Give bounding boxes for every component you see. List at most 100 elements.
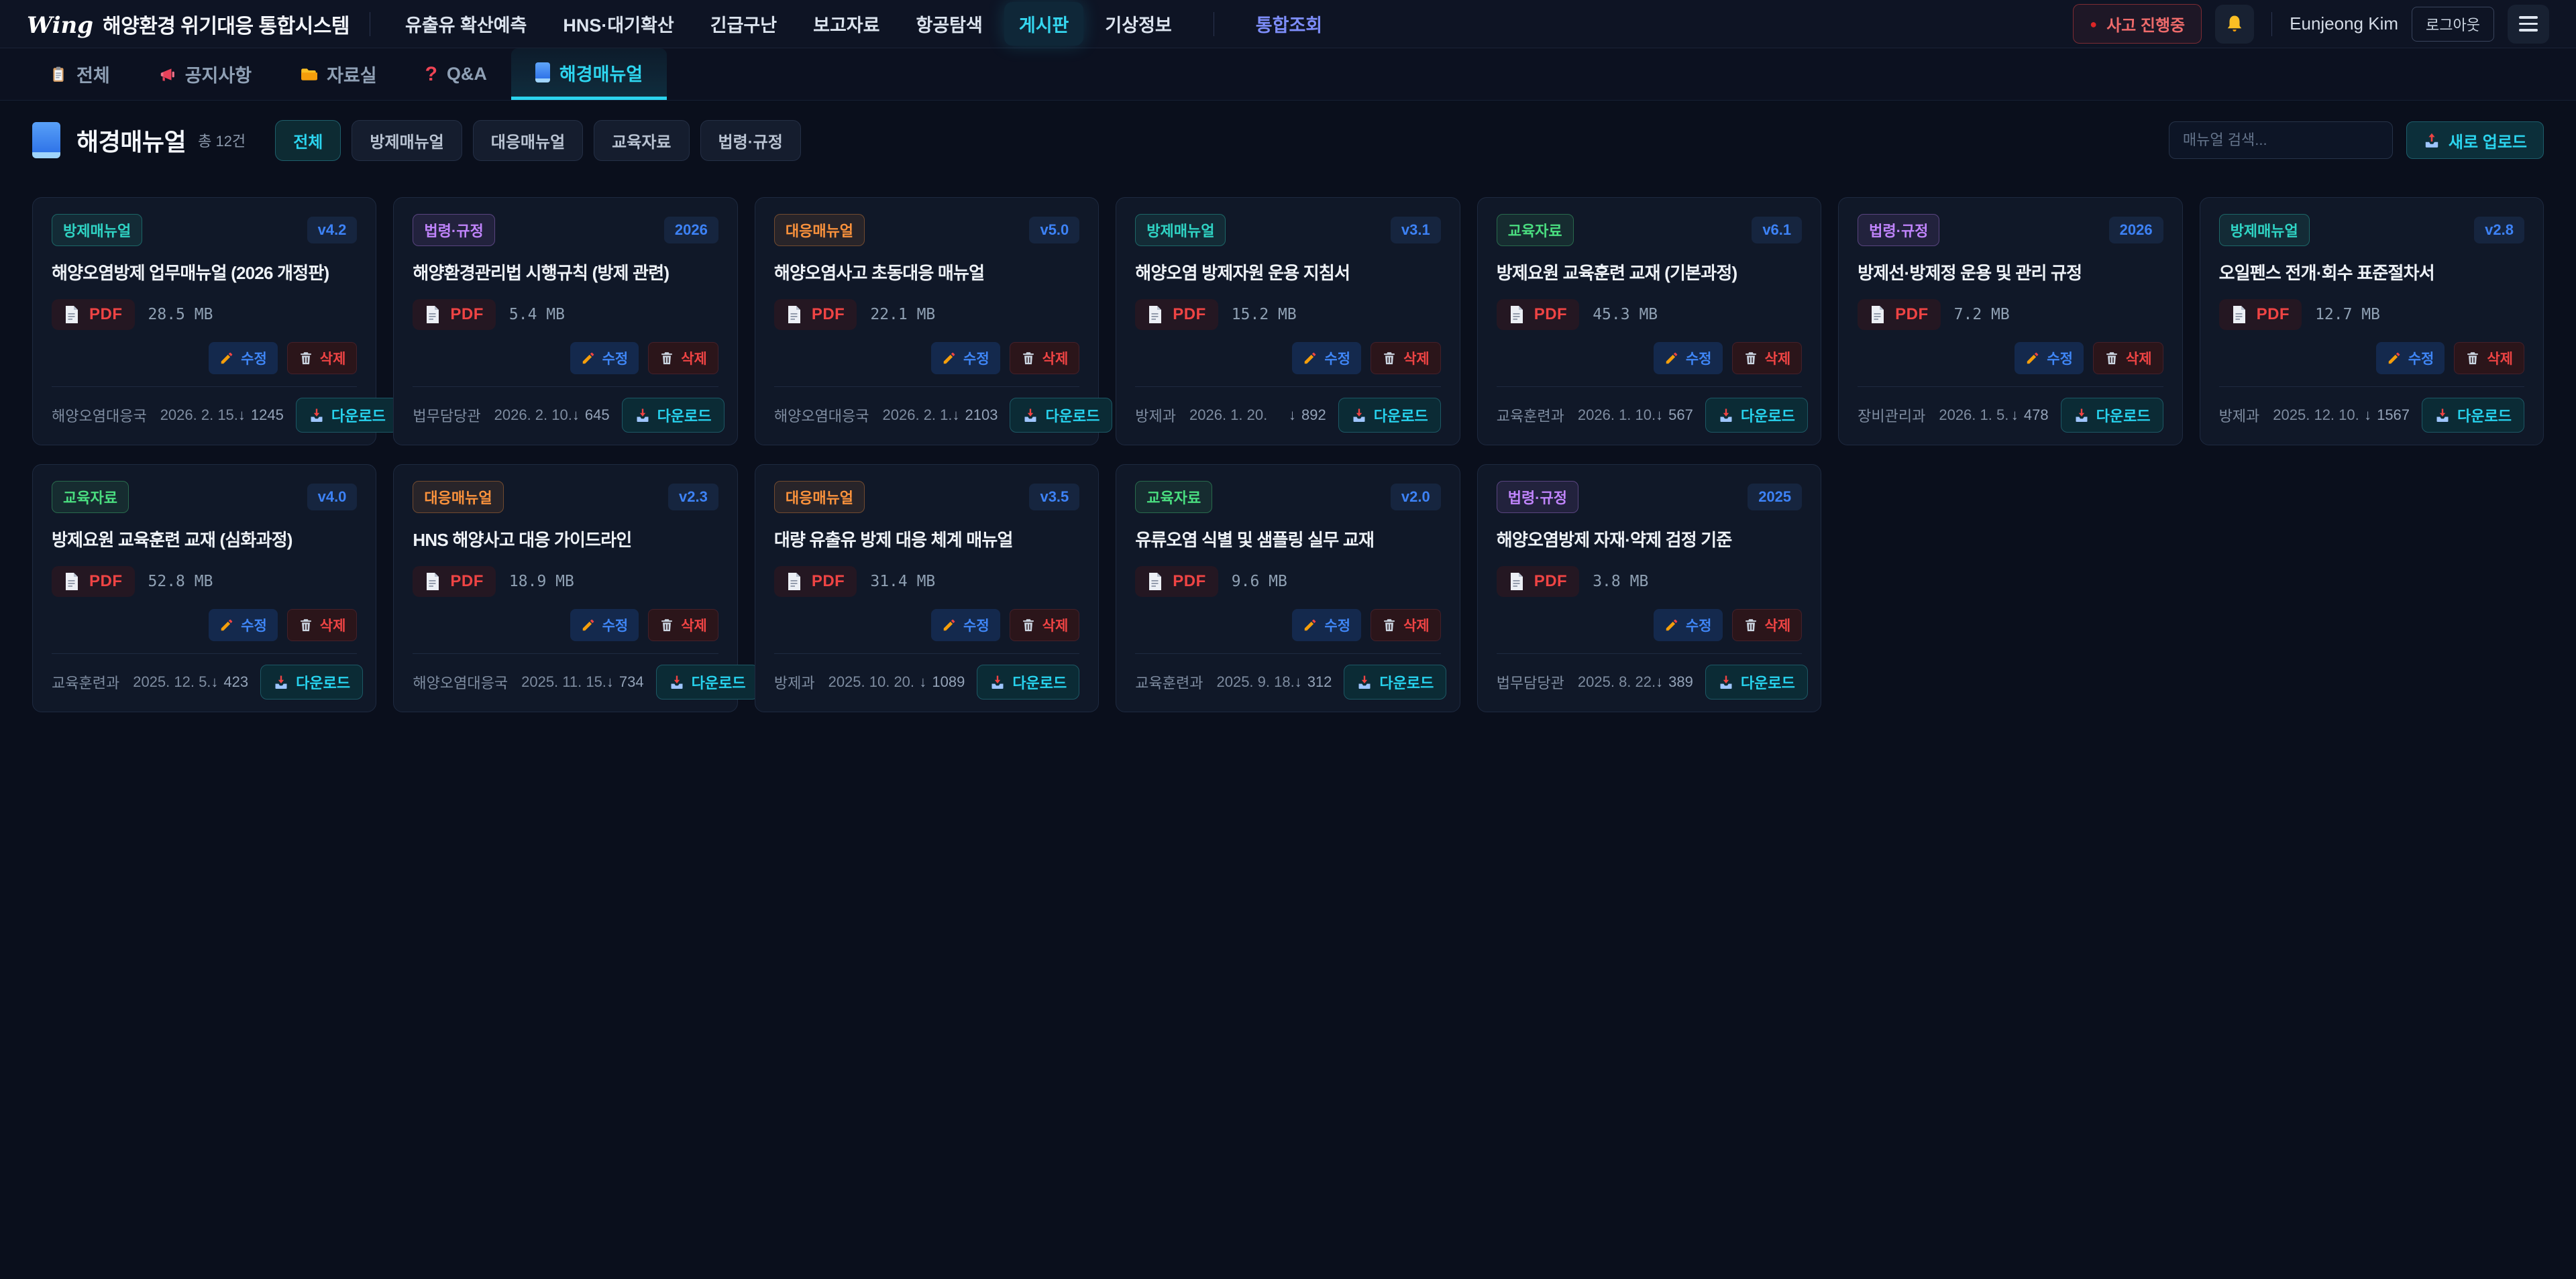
card-footer: 해양오염대응국 2026. 2. 1. ↓ 2103 다운로드 (774, 387, 1079, 433)
incident-dot-icon: ● (2090, 18, 2097, 30)
download-button[interactable]: 다운로드 (1010, 398, 1112, 433)
delete-button[interactable]: 삭제 (1010, 609, 1080, 641)
edit-button[interactable]: 수정 (209, 609, 278, 641)
delete-button[interactable]: 삭제 (648, 342, 718, 374)
search-input[interactable] (2169, 121, 2393, 159)
upload-date: 2025. 8. 22. (1578, 673, 1656, 691)
filter-chip-education[interactable]: 교육자료 (594, 120, 689, 161)
trash-icon (1021, 618, 1036, 632)
manual-title[interactable]: 해양오염방제 업무매뉴얼 (2026 개정판) (52, 260, 357, 284)
download-button[interactable]: 다운로드 (2061, 398, 2163, 433)
menu-button[interactable] (2508, 5, 2549, 44)
edit-button[interactable]: 수정 (1292, 342, 1361, 374)
download-icon (2074, 407, 2090, 423)
edit-button[interactable]: 수정 (1654, 342, 1723, 374)
category-badge: 법령·규정 (413, 214, 494, 246)
download-button[interactable]: 다운로드 (977, 665, 1079, 700)
download-button[interactable]: 다운로드 (1344, 665, 1446, 700)
filter-chip-response-manual[interactable]: 대응매뉴얼 (473, 120, 583, 161)
file-size: 12.7 MB (2315, 306, 2380, 323)
manual-title[interactable]: HNS 해양사고 대응 가이드라인 (413, 526, 718, 551)
department: 교육훈련과 (1135, 671, 1203, 693)
card-footer: 법무담당관 2026. 2. 10. ↓ 645 다운로드 (413, 387, 718, 433)
card-actions: 수정 삭제 (413, 609, 718, 641)
delete-button[interactable]: 삭제 (1371, 609, 1441, 641)
download-button[interactable]: 다운로드 (260, 665, 363, 700)
edit-button[interactable]: 수정 (570, 609, 639, 641)
notification-button[interactable] (2215, 5, 2254, 44)
app-logo: Wing 해양환경 위기대응 통합시스템 (27, 9, 350, 39)
download-button[interactable]: 다운로드 (622, 398, 724, 433)
manual-title[interactable]: 해양오염방제 자재·약제 검정 기준 (1497, 526, 1802, 551)
delete-button[interactable]: 삭제 (287, 609, 358, 641)
logout-button[interactable]: 로그아웃 (2412, 7, 2494, 42)
edit-button[interactable]: 수정 (1654, 609, 1723, 641)
card-footer: 해양오염대응국 2026. 2. 15. ↓ 1245 다운로드 (52, 387, 357, 433)
delete-button[interactable]: 삭제 (287, 342, 358, 374)
edit-button[interactable]: 수정 (2376, 342, 2445, 374)
department: 방제과 (1135, 404, 1176, 426)
manual-title[interactable]: 유류오염 식별 및 샘플링 실무 교재 (1135, 526, 1440, 551)
delete-button[interactable]: 삭제 (2093, 342, 2163, 374)
tab-notices[interactable]: 공지사항 (134, 48, 276, 100)
nav-item-spill-forecast[interactable]: 유출유 확산예측 (390, 2, 541, 46)
version-badge: v5.0 (1029, 217, 1079, 243)
filter-chip-all[interactable]: 전체 (275, 120, 341, 161)
card-footer: 교육훈련과 2025. 12. 5. ↓ 423 다운로드 (52, 654, 357, 700)
download-button[interactable]: 다운로드 (1338, 398, 1441, 433)
incident-status-badge: ● 사고 진행중 (2073, 4, 2202, 44)
nav-item-reports[interactable]: 보고자료 (798, 2, 894, 46)
manual-title[interactable]: 해양오염 방제자원 운용 지침서 (1135, 260, 1440, 284)
download-button[interactable]: 다운로드 (296, 398, 398, 433)
tab-qna[interactable]: ? Q&A (401, 48, 511, 100)
download-icon (669, 674, 685, 690)
edit-button[interactable]: 수정 (2015, 342, 2084, 374)
download-button[interactable]: 다운로드 (656, 665, 759, 700)
delete-button[interactable]: 삭제 (1371, 342, 1441, 374)
delete-button[interactable]: 삭제 (1732, 609, 1803, 641)
tab-archive[interactable]: 자료실 (276, 48, 401, 100)
edit-button[interactable]: 수정 (1292, 609, 1361, 641)
manual-title[interactable]: 해양환경관리법 시행규칙 (방제 관련) (413, 260, 718, 284)
file-type-chip: PDF (52, 566, 135, 597)
delete-button[interactable]: 삭제 (1732, 342, 1803, 374)
delete-button[interactable]: 삭제 (2454, 342, 2524, 374)
edit-button[interactable]: 수정 (931, 342, 1000, 374)
nav-item-emergency-rescue[interactable]: 긴급구난 (696, 2, 792, 46)
version-badge: v3.1 (1391, 217, 1441, 243)
manual-title[interactable]: 방제요원 교육훈련 교재 (심화과정) (52, 526, 357, 551)
download-button[interactable]: 다운로드 (1705, 665, 1808, 700)
manual-title[interactable]: 해양오염사고 초동대응 매뉴얼 (774, 260, 1079, 284)
tab-all[interactable]: 전체 (25, 48, 134, 100)
manual-title[interactable]: 방제선·방제정 운용 및 관리 규정 (1858, 260, 2163, 284)
edit-button[interactable]: 수정 (209, 342, 278, 374)
pencil-icon (1664, 351, 1679, 366)
edit-button[interactable]: 수정 (931, 609, 1000, 641)
nav-item-weather[interactable]: 기상정보 (1090, 2, 1186, 46)
nav-item-board[interactable]: 게시판 (1004, 2, 1084, 46)
manual-title[interactable]: 오일펜스 전개·회수 표준절차서 (2219, 260, 2524, 284)
manual-title[interactable]: 대량 유출유 방제 대응 체계 매뉴얼 (774, 526, 1079, 551)
pencil-icon (2387, 351, 2402, 366)
tab-manuals[interactable]: 해경매뉴얼 (511, 48, 667, 100)
download-button[interactable]: 다운로드 (1705, 398, 1808, 433)
file-type-chip: PDF (774, 299, 857, 330)
delete-button[interactable]: 삭제 (648, 609, 718, 641)
app-title: 해양환경 위기대응 통합시스템 (103, 9, 350, 39)
clipboard-icon (50, 66, 67, 83)
card-header: 교육자료 v4.0 (52, 481, 357, 513)
upload-button[interactable]: 새로 업로드 (2406, 121, 2544, 159)
divider (2271, 12, 2272, 36)
filter-chip-control-manual[interactable]: 방제매뉴얼 (352, 120, 462, 161)
edit-button[interactable]: 수정 (570, 342, 639, 374)
category-badge: 방제매뉴얼 (52, 214, 142, 246)
trash-icon (1021, 351, 1036, 366)
manual-title[interactable]: 방제요원 교육훈련 교재 (기본과정) (1497, 260, 1802, 284)
nav-item-hns-diffusion[interactable]: HNS·대기확산 (548, 2, 688, 46)
download-button[interactable]: 다운로드 (2422, 398, 2524, 433)
delete-button[interactable]: 삭제 (1010, 342, 1080, 374)
nav-item-aerial-search[interactable]: 항공탐색 (901, 2, 997, 46)
filter-chip-law[interactable]: 법령·규정 (700, 120, 801, 161)
nav-item-integrated-search[interactable]: 통합조회 (1241, 2, 1337, 46)
file-size: 3.8 MB (1593, 573, 1648, 590)
